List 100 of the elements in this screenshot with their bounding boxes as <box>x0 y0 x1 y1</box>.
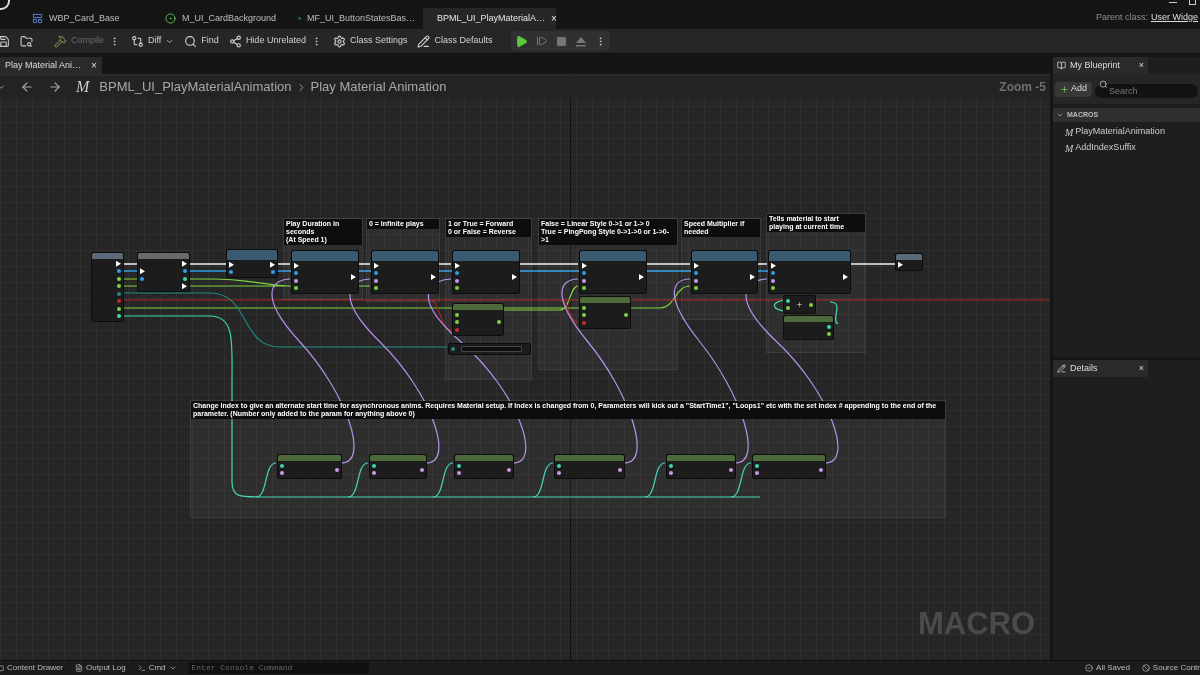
cmd-button[interactable]: Cmd <box>137 662 177 674</box>
toolbar-button[interactable]: Diff <box>126 31 180 51</box>
graph-node[interactable] <box>369 454 427 479</box>
step-icon[interactable] <box>536 35 549 47</box>
pin-icon[interactable] <box>117 314 121 319</box>
pin-icon[interactable] <box>420 467 424 472</box>
play-icon[interactable] <box>515 34 529 48</box>
pin-icon[interactable] <box>183 276 187 281</box>
pin-icon[interactable] <box>455 286 459 291</box>
macro-item[interactable]: M PlayMaterialAnimation <box>1053 125 1200 139</box>
exec-pin-icon[interactable] <box>639 274 644 280</box>
breadcrumb-item[interactable]: Play Material Animation <box>310 77 447 97</box>
pin-icon[interactable] <box>280 471 284 476</box>
pin-icon[interactable] <box>557 471 561 476</box>
pin-icon[interactable] <box>280 463 284 468</box>
exec-pin-icon[interactable] <box>750 274 755 280</box>
pin-icon[interactable] <box>455 320 459 325</box>
close-icon[interactable]: × <box>91 58 97 73</box>
pin-icon[interactable] <box>455 278 459 283</box>
pin-icon[interactable] <box>117 276 121 281</box>
pin-icon[interactable] <box>451 346 455 351</box>
panel-tab[interactable]: My Blueprint × <box>1053 57 1148 74</box>
pin-icon[interactable] <box>755 463 759 468</box>
pin-icon[interactable] <box>729 467 733 472</box>
graph-node[interactable] <box>554 454 625 479</box>
document-tab[interactable]: M_UI_CardBackground <box>157 8 290 29</box>
pin-icon[interactable] <box>271 270 275 275</box>
pin-icon[interactable] <box>827 332 831 337</box>
toolbar-button[interactable]: Class Settings <box>327 31 413 51</box>
graph-node[interactable] <box>448 343 531 355</box>
exec-pin-icon[interactable] <box>351 274 356 280</box>
close-icon[interactable]: × <box>551 11 557 26</box>
pin-icon[interactable] <box>582 313 586 318</box>
pin-icon[interactable] <box>374 271 378 276</box>
pin-icon[interactable] <box>497 320 501 325</box>
pin-icon[interactable] <box>809 302 813 307</box>
graph-node[interactable] <box>768 250 851 294</box>
pin-icon[interactable] <box>582 286 586 291</box>
pin-icon[interactable] <box>507 467 511 472</box>
document-tab[interactable]: MF_UI_ButtonStatesBas… <box>290 8 423 29</box>
graph-node[interactable] <box>137 252 190 292</box>
exec-pin-icon[interactable] <box>771 262 776 269</box>
exec-pin-icon[interactable] <box>182 283 187 290</box>
pin-icon[interactable] <box>372 471 376 476</box>
exec-pin-icon[interactable] <box>182 260 187 267</box>
document-tab[interactable]: WBP_Card_Base <box>24 8 157 29</box>
exec-pin-icon[interactable] <box>431 274 436 280</box>
search-field[interactable]: Search <box>1095 84 1198 98</box>
graph-node[interactable] <box>452 303 504 336</box>
toolbar-button[interactable]: Find <box>179 31 224 51</box>
pin-icon[interactable] <box>582 271 586 276</box>
add-button[interactable]: Add <box>1055 81 1092 97</box>
pin-icon[interactable] <box>117 269 121 274</box>
graph-node[interactable] <box>277 454 342 479</box>
save-icon[interactable] <box>0 34 10 48</box>
pin-icon[interactable] <box>372 463 376 468</box>
exec-pin-icon[interactable] <box>270 261 275 268</box>
pin-icon[interactable] <box>294 271 298 276</box>
graph-node[interactable] <box>579 296 631 329</box>
comment-box[interactable] <box>190 400 946 518</box>
pin-icon[interactable] <box>374 278 378 283</box>
pin-icon[interactable] <box>455 271 459 276</box>
pin-icon[interactable] <box>557 463 561 468</box>
graph-node[interactable] <box>226 249 278 278</box>
console-input[interactable]: Enter Console Command <box>188 662 369 674</box>
graph-node[interactable] <box>691 250 758 294</box>
content-drawer-button[interactable]: Content Drawer <box>0 662 64 674</box>
save-status[interactable]: All Saved <box>1085 662 1130 674</box>
pin-icon[interactable] <box>786 306 790 311</box>
panel-tab[interactable]: Details × <box>1053 360 1148 377</box>
graph-tab[interactable]: Play Material Ani… × <box>0 57 102 74</box>
pin-icon[interactable] <box>624 313 628 318</box>
pin-icon[interactable] <box>694 271 698 276</box>
pin-icon[interactable] <box>294 278 298 283</box>
exec-pin-icon[interactable] <box>116 260 121 267</box>
pin-icon[interactable] <box>819 467 823 472</box>
eject-icon[interactable] <box>575 35 588 47</box>
pin-icon[interactable] <box>457 463 461 468</box>
pin-icon[interactable] <box>786 298 790 303</box>
toolbar-button[interactable]: Class Defaults <box>412 31 498 51</box>
pin-icon[interactable] <box>582 278 586 283</box>
pin-icon[interactable] <box>771 278 775 283</box>
graph-node[interactable] <box>291 250 359 294</box>
exec-pin-icon[interactable] <box>294 262 299 269</box>
exec-pin-icon[interactable] <box>898 261 903 268</box>
pin-icon[interactable] <box>374 286 378 291</box>
graph-node[interactable] <box>666 454 736 479</box>
exec-pin-icon[interactable] <box>140 268 145 275</box>
pin-icon[interactable] <box>771 271 775 276</box>
back-icon[interactable] <box>20 80 34 94</box>
pin-icon[interactable] <box>669 471 673 476</box>
exec-pin-icon[interactable] <box>582 262 587 269</box>
exec-pin-icon[interactable] <box>512 274 517 280</box>
graph-node[interactable] <box>452 250 520 294</box>
pin-icon[interactable] <box>117 284 121 289</box>
dropdown-field[interactable] <box>461 345 522 352</box>
exec-pin-icon[interactable] <box>455 262 460 269</box>
stop-icon[interactable] <box>556 35 568 47</box>
source-control-button[interactable]: Source Contr <box>1141 662 1200 674</box>
pin-icon[interactable] <box>183 269 187 274</box>
